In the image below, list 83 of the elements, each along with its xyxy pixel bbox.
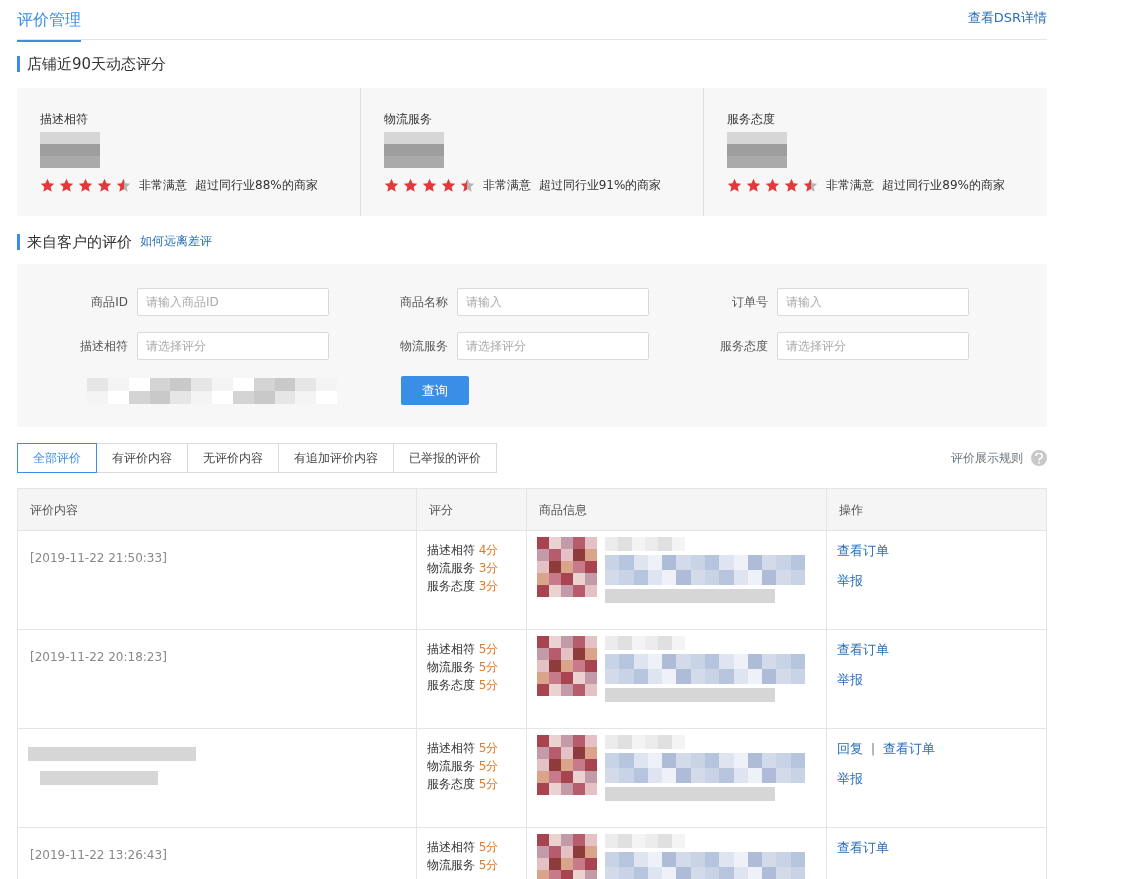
- satisfaction-text: 非常满意: [826, 177, 875, 194]
- industry-compare-text: 超过同行业91%的商家: [538, 177, 662, 194]
- rating-line: 物流服务 3分: [427, 560, 500, 577]
- input-field[interactable]: 请输入商品ID: [137, 288, 329, 316]
- rules-link[interactable]: 评价展示规则: [951, 449, 1023, 467]
- star-icon: [459, 177, 475, 193]
- field-label: 物流服务: [399, 338, 449, 355]
- action-link[interactable]: 回复: [837, 739, 863, 759]
- pixelated-block: [40, 132, 100, 168]
- column-header: 商品信息: [526, 489, 826, 530]
- input-field[interactable]: 请输入: [457, 288, 649, 316]
- filter-tab[interactable]: 有追加评价内容: [278, 443, 394, 473]
- field-label: 商品ID: [90, 294, 129, 311]
- rating-line: 物流服务 5分: [427, 758, 500, 775]
- photo-placeholder: [537, 834, 597, 879]
- section-title: 来自客户的评价: [17, 234, 132, 250]
- satisfaction-text: 非常满意: [482, 177, 531, 194]
- rating-line: 描述相符 4分: [427, 542, 500, 559]
- filter-tab[interactable]: 已举报的评价: [393, 443, 497, 473]
- rating-line: 物流服务 5分: [427, 857, 500, 874]
- rating-line: 描述相符 5分: [427, 740, 500, 757]
- star-icon: [803, 177, 819, 193]
- input-field[interactable]: 请选择评分: [777, 332, 969, 360]
- score-label: 物流服务: [383, 111, 433, 128]
- dsr-detail-link[interactable]: 查看DSR详情: [967, 8, 1047, 28]
- rating-line: 描述相符 5分: [427, 641, 500, 658]
- star-icon: [784, 177, 800, 193]
- field-label: 商品名称: [399, 294, 449, 311]
- query-button[interactable]: 查询: [401, 376, 469, 405]
- separator-text: |: [871, 740, 876, 758]
- rating-line: 服务态度 5分: [427, 776, 500, 793]
- star-icon: [746, 177, 762, 193]
- star-icon: [116, 177, 131, 193]
- help-icon: [1031, 450, 1047, 466]
- star-icon: [440, 177, 456, 193]
- rating-line: 物流服务 5分: [427, 659, 500, 676]
- rating-line: 描述相符 5分: [427, 839, 500, 856]
- action-link[interactable]: 查看订单: [837, 640, 889, 660]
- pixelated-block: [383, 132, 444, 168]
- star-icon: [59, 177, 74, 193]
- input-field[interactable]: 请输入: [777, 288, 969, 316]
- input-field[interactable]: 请选择评分: [457, 332, 649, 360]
- field-label: 订单号: [731, 294, 769, 311]
- star-icon: [40, 177, 55, 193]
- industry-compare-text: 超过同行业89%的商家: [882, 177, 1005, 194]
- review-time: [2019-11-22 21:50:33]: [30, 550, 168, 567]
- help-link[interactable]: 如何远离差评: [140, 232, 212, 250]
- review-time: [2019-11-22 20:18:23]: [30, 649, 168, 666]
- filter-tab[interactable]: 全部评价: [17, 443, 97, 473]
- photo-placeholder: [537, 537, 597, 597]
- column-header: 评价内容: [18, 489, 416, 530]
- action-link[interactable]: 查看订单: [837, 838, 889, 858]
- rating-line: 服务态度 5分: [427, 677, 500, 694]
- score-label: 服务态度: [727, 111, 777, 128]
- field-label: 描述相符: [79, 338, 129, 355]
- input-field[interactable]: 请选择评分: [137, 332, 329, 360]
- star-icon: [97, 177, 112, 193]
- column-header: 操作: [826, 489, 1046, 530]
- star-icon: [421, 177, 437, 193]
- action-link[interactable]: 举报: [837, 570, 863, 590]
- industry-compare-text: 超过同行业88%的商家: [195, 177, 318, 194]
- field-label: 服务态度: [719, 338, 769, 355]
- action-link[interactable]: 查看订单: [883, 739, 936, 759]
- rating-line: 服务态度 3分: [427, 578, 500, 595]
- photo-placeholder: [537, 735, 597, 795]
- review-time: [2019-11-22 13:26:43]: [30, 847, 168, 864]
- star-icon: [765, 177, 781, 193]
- star-icon: [402, 177, 418, 193]
- pixelated-block: [727, 132, 788, 168]
- filter-tab[interactable]: 无评价内容: [187, 443, 279, 473]
- filter-tab[interactable]: 有评价内容: [96, 443, 188, 473]
- action-link[interactable]: 举报: [837, 768, 863, 788]
- score-label: 描述相符: [40, 111, 89, 128]
- star-icon: [727, 177, 743, 193]
- section-title: 店铺近90天动态评分: [17, 56, 1047, 72]
- star-icon: [383, 177, 399, 193]
- action-link[interactable]: 查看订单: [837, 541, 889, 561]
- action-link[interactable]: 举报: [837, 669, 863, 689]
- satisfaction-text: 非常满意: [139, 177, 187, 194]
- photo-placeholder: [537, 636, 597, 696]
- column-header: 评分: [416, 489, 526, 530]
- page-title[interactable]: 评价管理: [17, 0, 81, 42]
- star-icon: [78, 177, 93, 193]
